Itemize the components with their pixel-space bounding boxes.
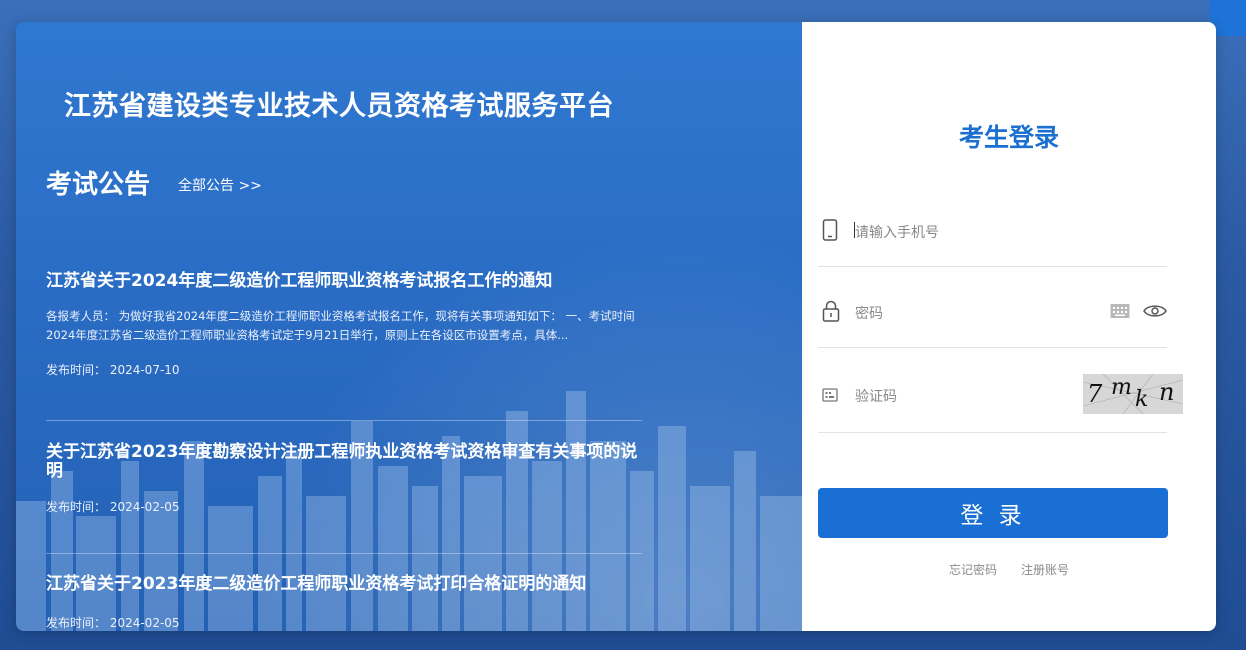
notice-item[interactable]: 关于江苏省2023年度勘察设计注册工程师执业资格考试资格审查有关事项的说明 发布…: [46, 443, 642, 515]
svg-text:m: m: [1111, 375, 1132, 400]
notice-item-title[interactable]: 江苏省关于2023年度二级造价工程师职业资格考试打印合格证明的通知: [46, 575, 642, 594]
notice-item[interactable]: 江苏省关于2023年度二级造价工程师职业资格考试打印合格证明的通知 发布时间： …: [46, 575, 642, 631]
login-title: 考生登录: [958, 123, 1059, 152]
platform-title: 江苏省建设类专业技术人员资格考试服务平台: [64, 91, 614, 122]
all-notices-link[interactable]: 全部公告 >>: [178, 175, 262, 195]
divider: [46, 420, 642, 421]
notice-panel: 江苏省建设类专业技术人员资格考试服务平台 考试公告 全部公告 >> 江苏省关于2…: [16, 22, 802, 631]
phone-field[interactable]: 请输入手机号: [818, 208, 1167, 267]
svg-text:k: k: [1135, 387, 1148, 412]
notice-section-title: 考试公告: [46, 170, 151, 200]
notice-item-title[interactable]: 江苏省关于2024年度二级造价工程师职业资格考试报名工作的通知: [46, 272, 642, 291]
phone-input-placeholder[interactable]: 请输入手机号: [855, 222, 939, 242]
keyboard-icon[interactable]: [1110, 303, 1130, 323]
eye-icon[interactable]: [1143, 303, 1167, 323]
captcha-input-placeholder[interactable]: 验证码: [855, 386, 897, 406]
notice-item-title[interactable]: 关于江苏省2023年度勘察设计注册工程师执业资格考试资格审查有关事项的说明: [46, 443, 642, 481]
notice-item-date: 发布时间： 2024-07-10: [46, 363, 180, 377]
register-link[interactable]: 注册账号: [1021, 561, 1069, 578]
captcha-icon: [822, 387, 838, 406]
divider: [46, 553, 642, 554]
lock-icon: [822, 300, 840, 326]
notice-item-date: 发布时间： 2024-02-05: [46, 500, 180, 514]
notice-item-date: 发布时间： 2024-02-05: [46, 616, 180, 630]
password-input-placeholder[interactable]: 密码: [855, 303, 883, 323]
login-button[interactable]: 登 录: [818, 488, 1168, 538]
svg-text:7: 7: [1087, 380, 1103, 408]
captcha-image[interactable]: 7 m k n: [1083, 374, 1183, 414]
phone-icon: [822, 219, 838, 245]
notice-item-summary: 各报考人员： 为做好我省2024年度二级造价工程师职业资格考试报名工作，现将有关…: [46, 309, 635, 342]
notice-item[interactable]: 江苏省关于2024年度二级造价工程师职业资格考试报名工作的通知 各报考人员： 为…: [46, 272, 642, 378]
forgot-password-link[interactable]: 忘记密码: [949, 561, 997, 578]
svg-text:n: n: [1159, 378, 1174, 406]
password-field[interactable]: 密码: [818, 290, 1167, 348]
